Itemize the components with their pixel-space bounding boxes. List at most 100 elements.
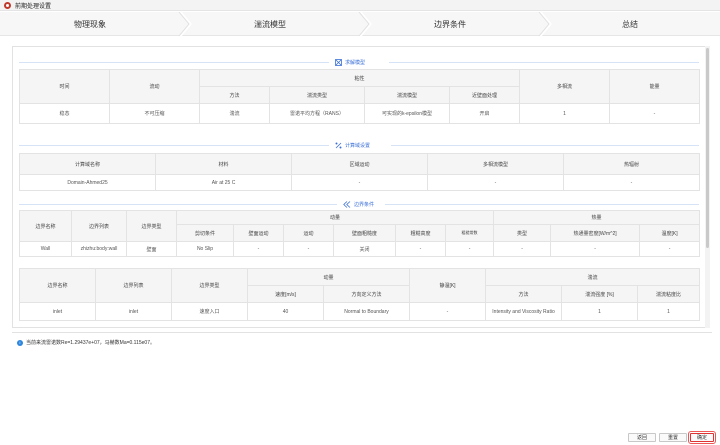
section-divider	[19, 62, 329, 63]
cell-boundary-name: Wall	[19, 241, 72, 257]
cell-heat-type: -	[493, 241, 552, 257]
cell-boundary-list: zhizhu:body:wall	[71, 241, 127, 257]
table-row: Domain-Ahmed25 Air at 25 C - - -	[19, 174, 700, 191]
header-boundary-type: 边界类型	[171, 268, 248, 303]
header-turbulence-model: 湍流模型	[364, 86, 450, 104]
wizard-step-label: 湍流模型	[254, 19, 286, 29]
section-title-text: 计算域设置	[345, 142, 371, 149]
wizard-step-label: 物理现象	[74, 19, 106, 29]
wizard-step-physics[interactable]: 物理现象	[0, 12, 180, 36]
cell-boundary-name: inlet	[19, 302, 96, 321]
header-wall-roughness: 壁面粗糙度	[333, 224, 396, 242]
header-shear-condition: 剪切条件	[176, 224, 234, 242]
cell-flow: 不可压缩	[109, 103, 200, 124]
ok-button[interactable]: 确定	[688, 431, 716, 444]
cell-domain-name: Domain-Ahmed25	[19, 174, 156, 191]
wall-boundary-table: 边界名称 边界列表 边界类型 动量 热量 剪切条件 壁面运动 运动 壁面粗糙度 …	[19, 210, 701, 257]
header-heat-flux: 热通量密度[W/m^2]	[550, 224, 641, 242]
back-button[interactable]: 返回	[628, 433, 656, 442]
reset-button[interactable]: 重置	[659, 433, 687, 442]
section-divider	[389, 62, 699, 63]
section-title-text: 求解模型	[345, 59, 366, 66]
section-divider	[19, 145, 329, 146]
header-method: 方法	[199, 86, 270, 104]
summary-panel[interactable]: 求解模型 时间 流动 粘性 多相流 能量 方法 湍流类型 湍流模型 近壁面处理 …	[12, 46, 706, 328]
wizard-step-label: 边界条件	[434, 19, 466, 29]
header-material: 材料	[155, 153, 292, 175]
wizard-steps: 物理现象 湍流模型 边界条件 总结	[0, 12, 720, 36]
cell-multiphase: 1	[519, 103, 611, 124]
header-velocity: 速度[m/s]	[247, 285, 324, 303]
table-row: inlet inlet 速度入口 40 Normal to Boundary -…	[19, 302, 701, 321]
cell-boundary-type: 速度入口	[171, 302, 248, 321]
table-row: 稳态 不可压缩 湍流 雷诺平均方程（RANS） 可实现的k-epsilon模型 …	[19, 103, 701, 124]
cell-energy: -	[609, 103, 701, 124]
header-roughness-height: 粗糙高度	[395, 224, 446, 242]
cell-boundary-type: 壁面	[126, 241, 177, 257]
app-logo-icon	[4, 1, 11, 9]
header-heat: 热量	[493, 210, 701, 225]
domain-table: 计算域名称 材料 区域运动 多相流模型 热辐射 Domain-Ahmed25 A…	[19, 153, 700, 191]
section-divider	[19, 204, 337, 205]
table-row: Wall zhizhu:body:wall 壁面 No Slip - - 关闭 …	[19, 241, 701, 257]
header-momentum: 动量	[175, 210, 495, 225]
inlet-boundary-table: 边界名称 边界列表 边界类型 动量 静温[K] 湍流 速度[m/s] 方向定义方…	[19, 268, 701, 321]
header-turbulence-intensity: 湍流强度 [%]	[561, 285, 639, 303]
cell-turbulence-model: 可实现的k-epsilon模型	[364, 103, 450, 124]
header-viscous: 粘性	[198, 69, 521, 87]
header-flow: 流动	[109, 69, 200, 104]
header-direction-method: 方向定义方法	[322, 285, 411, 303]
header-turbulence-type: 湍流类型	[269, 86, 365, 104]
boundary-section-title: 边界条件	[343, 200, 374, 208]
header-boundary-name: 边界名称	[19, 210, 72, 242]
console-panel: i 当前来流雷诺数Re=1.29437e+07，马赫数Ma=0.115e07。	[12, 332, 712, 428]
vertical-scrollbar[interactable]	[705, 46, 710, 328]
domain-settings-icon	[335, 142, 342, 148]
wizard-step-turbulence[interactable]: 湍流模型	[180, 12, 360, 36]
header-time: 时间	[19, 69, 110, 104]
header-zone-motion: 区域运动	[291, 153, 428, 175]
header-turbulence-viscosity-ratio: 湍流粘度比	[637, 285, 701, 303]
header-energy: 能量	[609, 69, 701, 104]
header-multiphase: 多相流	[519, 69, 611, 104]
cell-shear-condition: No Slip	[176, 241, 234, 257]
info-icon: i	[17, 339, 23, 346]
header-roughness-constant: 粗糙常数	[444, 224, 495, 242]
console-message: i 当前来流雷诺数Re=1.29437e+07，马赫数Ma=0.115e07。	[17, 339, 155, 346]
header-boundary-list: 边界列表	[71, 210, 127, 242]
header-boundary-type: 边界类型	[126, 210, 177, 242]
cell-material: Air at 25 C	[155, 174, 292, 191]
cell-motion: -	[283, 241, 334, 257]
header-near-wall: 近壁面处理	[448, 86, 521, 104]
scrollbar-thumb[interactable]	[706, 48, 709, 248]
cell-wall-roughness: 关闭	[333, 241, 396, 257]
wizard-step-summary[interactable]: 总结	[540, 12, 720, 36]
section-divider	[391, 145, 699, 146]
cell-method: 湍流	[199, 103, 270, 124]
cell-direction-method: Normal to Boundary	[322, 302, 411, 321]
header-turbulence: 湍流	[485, 268, 701, 286]
cell-near-wall: 开启	[448, 103, 521, 124]
cell-roughness-constant: -	[444, 241, 495, 257]
cell-velocity: 40	[247, 302, 324, 321]
section-title-text: 边界条件	[354, 201, 375, 208]
domain-section-title: 计算域设置	[335, 141, 370, 149]
window-title: 前期处理设置	[15, 3, 52, 10]
header-multiphase-model: 多相流模型	[427, 153, 564, 175]
solver-model-icon	[335, 58, 342, 66]
cell-turbulence-intensity: 1	[561, 302, 639, 321]
cell-multiphase-model: -	[427, 174, 564, 191]
cell-static-temperature: -	[409, 302, 487, 321]
cell-turbulence-method: Intensity and Viscosity Ratio	[485, 302, 563, 321]
header-temperature: 温度[K]	[639, 224, 701, 242]
console-message-text: 当前来流雷诺数Re=1.29437e+07，马赫数Ma=0.115e07。	[26, 340, 155, 346]
title-bar: 前期处理设置	[0, 0, 720, 11]
solver-section-title: 求解模型	[335, 58, 365, 66]
cell-turbulence-type: 雷诺平均方程（RANS）	[269, 103, 365, 124]
wizard-step-label: 总结	[622, 19, 638, 29]
cell-time: 稳态	[19, 103, 110, 124]
wizard-step-boundary[interactable]: 边界条件	[360, 12, 540, 36]
cell-roughness-height: -	[395, 241, 446, 257]
header-turbulence-method: 方法	[485, 285, 563, 303]
header-boundary-name: 边界名称	[19, 268, 96, 303]
